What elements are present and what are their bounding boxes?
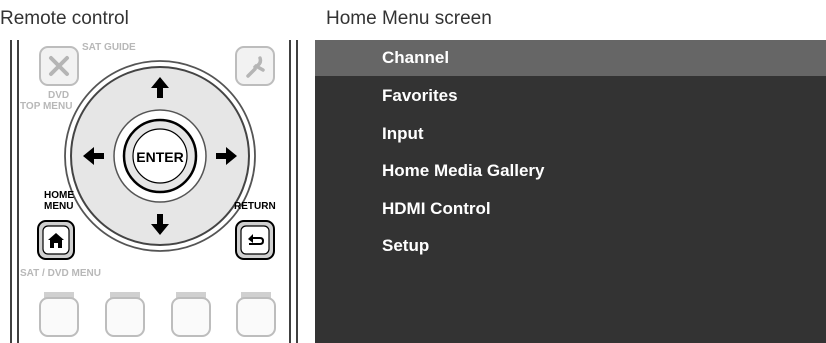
menu-item-favorites[interactable]: Favorites xyxy=(315,78,826,114)
sat-guide-label: SAT GUIDE xyxy=(82,42,136,53)
menu-item-hdmi-control[interactable]: HDMI Control xyxy=(315,191,826,227)
menu-item-label: Home Media Gallery xyxy=(382,161,545,180)
menu-item-setup[interactable]: Setup xyxy=(315,228,826,264)
menu-item-label: Input xyxy=(382,124,424,143)
home-menu-screen-caption: Home Menu screen xyxy=(326,8,492,29)
menu-item-input[interactable]: Input xyxy=(315,116,826,152)
color-button-2[interactable] xyxy=(105,292,145,337)
home-menu-button[interactable] xyxy=(37,220,75,260)
menu-item-label: HDMI Control xyxy=(382,199,491,218)
color-button-4[interactable] xyxy=(236,292,276,337)
sat-guide-close-button[interactable] xyxy=(39,46,79,86)
enter-label: ENTER xyxy=(136,149,183,165)
function-button[interactable] xyxy=(235,46,275,86)
color-button-3[interactable] xyxy=(171,292,211,337)
return-button[interactable] xyxy=(235,220,275,260)
color-button-1[interactable] xyxy=(39,292,79,337)
menu-item-channel[interactable]: Channel xyxy=(315,40,826,76)
return-label: RETURN xyxy=(234,201,276,212)
menu-item-label: Channel xyxy=(382,48,450,67)
top-menu-label: TOP MENU xyxy=(20,101,72,112)
menu-item-label: Favorites xyxy=(382,86,458,105)
menu-item-home-media-gallery[interactable]: Home Media Gallery xyxy=(315,153,826,189)
remote-control-caption: Remote control xyxy=(0,8,129,29)
dvd-label: DVD xyxy=(48,90,69,101)
menu-item-label: Setup xyxy=(382,236,430,255)
home-menu-screen: Channel Favorites Input Home Media Galle… xyxy=(315,40,826,343)
home-label: HOME xyxy=(44,190,74,201)
remote-control-illustration: SAT GUIDE DVD TOP MENU ENTER HOME MENU R… xyxy=(0,40,300,343)
menu-label: MENU xyxy=(44,201,73,212)
sat-dvd-menu-label: SAT / DVD MENU xyxy=(20,268,101,279)
enter-button[interactable]: ENTER xyxy=(122,118,198,194)
